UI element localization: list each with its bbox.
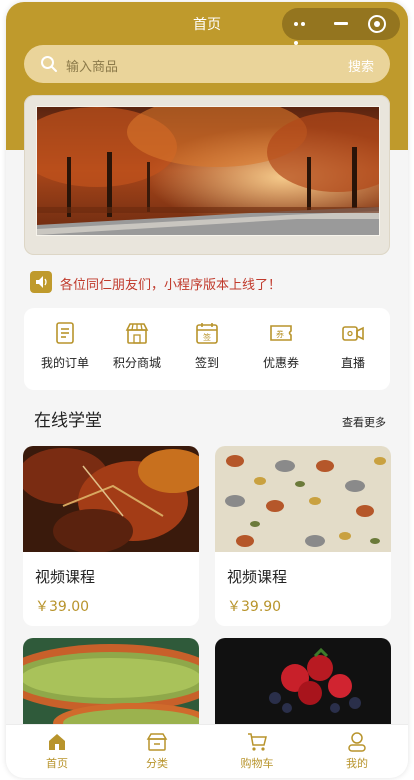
menu-item-live[interactable]: 直播 [318, 320, 388, 380]
course-thumbnail [23, 446, 199, 552]
tab-label: 购物车 [240, 757, 274, 770]
course-card[interactable] [23, 638, 199, 738]
shop-icon [125, 323, 149, 344]
tab-home[interactable]: 首页 [17, 731, 97, 771]
section-title: 在线学堂 [34, 411, 102, 431]
more-icon[interactable] [294, 22, 312, 45]
checkin-icon: 签 [196, 323, 218, 344]
search-icon [41, 56, 57, 72]
tab-label: 分类 [146, 757, 168, 770]
cart-icon [248, 733, 267, 751]
phone-screen: 首页 输入商品 搜索 各位同仁朋友们，小程序版本上线了！ 我的订单 积分商城 签… [6, 2, 408, 778]
menu-label: 积分商城 [112, 356, 161, 370]
course-price: ￥39.00 [35, 599, 90, 615]
tab-category[interactable]: 分类 [117, 731, 197, 771]
profile-icon [348, 732, 366, 752]
banner-image[interactable] [36, 106, 380, 236]
quick-menu: 我的订单 积分商城 签 签到 券 优惠券 直播 [24, 308, 390, 390]
coupon-icon: 券 [270, 325, 292, 341]
menu-label: 签到 [194, 356, 219, 370]
view-more-link[interactable]: 查看更多 [342, 414, 386, 430]
course-thumbnail [23, 638, 199, 738]
minimize-icon[interactable] [334, 22, 348, 25]
menu-label: 直播 [340, 356, 365, 370]
menu-label: 我的订单 [40, 356, 89, 370]
menu-item-points-mall[interactable]: 积分商城 [102, 320, 172, 380]
search-button[interactable]: 搜索 [348, 56, 374, 75]
course-card[interactable] [215, 638, 391, 738]
course-thumbnail [215, 446, 391, 552]
announcement-bar[interactable]: 各位同仁朋友们，小程序版本上线了！ [24, 268, 390, 298]
search-input[interactable]: 输入商品 [66, 56, 118, 75]
tab-profile[interactable]: 我的 [317, 731, 397, 771]
order-icon [56, 322, 74, 344]
live-icon [342, 326, 364, 341]
home-icon [49, 734, 65, 750]
svg-text:签: 签 [203, 332, 211, 342]
category-icon [146, 733, 168, 751]
menu-item-checkin[interactable]: 签 签到 [172, 320, 242, 380]
course-card[interactable]: 视频课程 ￥39.90 [215, 446, 391, 626]
tab-label: 我的 [346, 757, 368, 770]
course-thumbnail [215, 638, 391, 738]
tab-label: 首页 [46, 757, 68, 770]
announcement-text: 各位同仁朋友们，小程序版本上线了！ [60, 278, 282, 293]
bottom-tab-bar: 首页 分类 购物车 我的 [6, 724, 408, 778]
course-title: 视频课程 [227, 568, 288, 586]
course-price: ￥39.90 [227, 599, 282, 615]
close-icon[interactable] [368, 15, 386, 33]
speaker-icon [30, 271, 52, 293]
menu-label: 优惠券 [262, 356, 299, 370]
svg-text:券: 券 [276, 329, 284, 339]
tab-cart[interactable]: 购物车 [217, 731, 297, 771]
search-bar[interactable]: 输入商品 搜索 [24, 45, 390, 83]
course-title: 视频课程 [35, 568, 96, 586]
menu-item-orders[interactable]: 我的订单 [30, 320, 100, 380]
mini-program-capsule[interactable] [282, 8, 400, 45]
menu-item-coupons[interactable]: 券 优惠券 [246, 320, 316, 380]
banner-carousel[interactable] [24, 95, 390, 255]
course-card[interactable]: 视频课程 ￥39.00 [23, 446, 199, 626]
